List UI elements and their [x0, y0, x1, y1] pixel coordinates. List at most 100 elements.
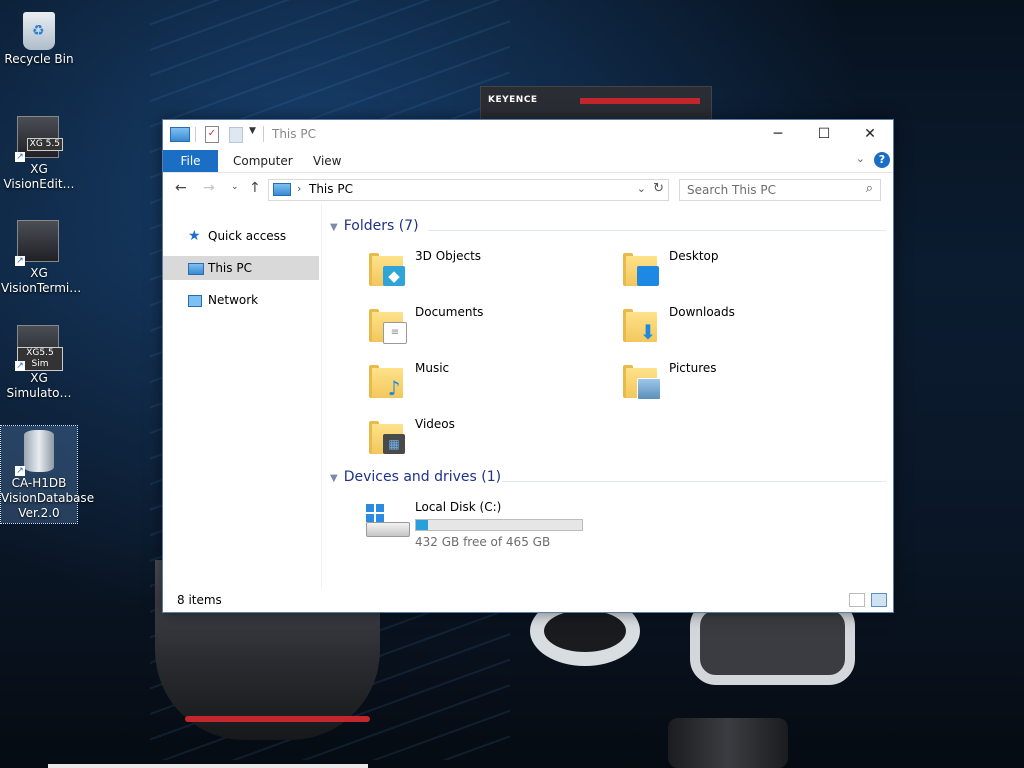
folder-music[interactable]: ♪ Music	[369, 358, 609, 408]
star-icon: ★	[188, 228, 201, 244]
sidebar-item-label: This PC	[208, 261, 252, 275]
download-arrow-icon: ⬇	[623, 306, 657, 342]
shortcut-arrow-icon: ↗	[15, 466, 25, 476]
desktop-icon-xg-simulator[interactable]: XG5.5 Sim ↗ XG Simulato…	[1, 321, 77, 401]
folder-label: Music	[415, 361, 450, 375]
details-view-icon[interactable]	[849, 593, 865, 607]
address-bar[interactable]: › This PC ⌄ ↻	[268, 179, 669, 201]
taskbar-edge	[48, 764, 368, 768]
sidebar-item-label: Quick access	[208, 229, 287, 243]
desktop-icon-xg-visioneditor[interactable]: XG 5.5 ↗ XG VisionEdit…	[1, 112, 77, 192]
desktop-icon-recycle-bin[interactable]: Recycle Bin	[1, 6, 77, 67]
this-pc-icon[interactable]	[170, 127, 190, 142]
tab-computer[interactable]: Computer	[233, 150, 293, 172]
wallpaper-lens	[668, 718, 788, 768]
folder-videos[interactable]: ▦ Videos	[369, 414, 609, 464]
tab-view[interactable]: View	[313, 150, 341, 172]
explorer-body: ★ Quick access This PC Network ▼ Folders …	[163, 204, 893, 588]
drive-label: Local Disk (C:)	[415, 500, 502, 514]
breadcrumb-this-pc[interactable]: This PC	[309, 182, 353, 196]
back-arrow-icon[interactable]: ←	[175, 180, 187, 196]
database-icon: ↗	[15, 430, 61, 476]
address-dropdown-chevron-icon[interactable]: ⌄	[637, 182, 646, 195]
desktop-icon-label: Recycle Bin	[4, 52, 74, 66]
sidebar-item-network[interactable]: Network	[163, 288, 319, 312]
folder-3d-objects[interactable]: ◆ 3D Objects	[369, 246, 609, 296]
up-arrow-icon[interactable]: ↑	[249, 180, 261, 196]
minimize-button[interactable]: ─	[755, 120, 801, 148]
collapse-chevron-icon[interactable]: ▼	[330, 473, 338, 484]
help-icon[interactable]: ?	[874, 152, 890, 168]
desktop-icon-label: XG VisionEdit…	[3, 162, 75, 191]
customize-toolbar-chevron-icon[interactable]: ▼	[249, 126, 256, 142]
search-icon[interactable]: ⌕	[866, 181, 873, 196]
content-pane: ▼ Folders (7) ◆ 3D Objects Desktop ≡ Docu…	[322, 204, 893, 588]
maximize-button[interactable]: ☐	[801, 120, 847, 148]
title-bar[interactable]: ✓ ▼ This PC ─ ☐ ✕	[163, 120, 893, 148]
folder-desktop[interactable]: Desktop	[623, 246, 863, 296]
search-input[interactable]: Search This PC	[687, 183, 776, 197]
new-folder-icon[interactable]	[229, 127, 243, 143]
desktop-icon	[623, 250, 659, 286]
pictures-icon	[623, 362, 661, 400]
ribbon: File Computer View ⌄ ?	[163, 148, 893, 173]
folder-label: Videos	[415, 417, 455, 431]
recent-locations-chevron-icon[interactable]: ⌄	[231, 182, 239, 192]
tab-file[interactable]: File	[163, 150, 218, 172]
properties-icon[interactable]: ✓	[205, 126, 219, 143]
folder-label: Downloads	[669, 305, 735, 319]
documents-icon: ≡	[369, 306, 407, 344]
folder-pictures[interactable]: Pictures	[623, 358, 863, 408]
search-box[interactable]: Search This PC ⌕	[679, 179, 881, 201]
shortcut-arrow-icon: ↗	[15, 361, 25, 371]
version-badge: XG 5.5	[26, 138, 63, 151]
collapse-chevron-icon[interactable]: ▼	[330, 222, 338, 233]
window-title: This PC	[272, 127, 316, 141]
xg-terminal-icon: ↗	[15, 220, 61, 266]
folder-label: Desktop	[669, 249, 719, 263]
drive-local-disk-c[interactable]: Local Disk (C:) 432 GB free of 465 GB	[322, 496, 622, 552]
folder-label: Documents	[415, 305, 484, 319]
folders-group-header[interactable]: ▼ Folders (7)	[330, 218, 419, 234]
desktop-icon-xg-visionterminal[interactable]: ↗ XG VisionTermi…	[1, 216, 82, 296]
shortcut-arrow-icon: ↗	[15, 152, 25, 162]
xg-app-icon: XG 5.5 ↗	[15, 116, 63, 162]
desktop-icon-ca-h1db[interactable]: ↗ CA-H1DB VisionDatabase Ver.2.0	[0, 425, 95, 524]
large-icons-view-icon[interactable]	[871, 593, 887, 607]
recycle-bin-icon	[23, 12, 55, 50]
wallpaper-dome-stripe	[185, 716, 370, 722]
desktop-icon-label: XG Simulato…	[6, 371, 72, 400]
3d-objects-icon: ◆	[369, 250, 405, 286]
item-count: 8 items	[177, 593, 222, 607]
refresh-icon[interactable]: ↻	[653, 181, 664, 196]
navigation-pane: ★ Quick access This PC Network	[163, 204, 322, 588]
folder-label: Pictures	[669, 361, 717, 375]
desktop-icon-label: XG VisionTermi…	[1, 266, 82, 295]
expand-ribbon-chevron-icon[interactable]: ⌄	[856, 152, 865, 165]
wallpaper-stripe	[580, 98, 700, 104]
sidebar-item-this-pc[interactable]: This PC	[163, 256, 319, 280]
folder-downloads[interactable]: ⬇ Downloads	[623, 302, 863, 352]
folder-documents[interactable]: ≡ Documents	[369, 302, 609, 352]
devices-group-header[interactable]: ▼ Devices and drives (1)	[330, 469, 501, 485]
sidebar-item-label: Network	[208, 293, 259, 307]
navigation-bar: ← → ⌄ ↑ › This PC ⌄ ↻ Search This PC ⌕	[163, 173, 893, 205]
sidebar-item-quick-access[interactable]: ★ Quick access	[163, 224, 319, 248]
close-button[interactable]: ✕	[847, 120, 893, 148]
breadcrumb-chevron-icon[interactable]: ›	[297, 182, 301, 195]
drive-usage-bar	[415, 519, 583, 531]
folder-label: 3D Objects	[415, 249, 482, 263]
music-note-icon: ♪	[369, 362, 403, 398]
xg-simulator-icon: XG5.5 Sim ↗	[15, 325, 63, 371]
drive-free-space: 432 GB free of 465 GB	[415, 535, 551, 549]
explorer-window: ✓ ▼ This PC ─ ☐ ✕ File Computer View ⌄ ?…	[162, 119, 894, 613]
shortcut-arrow-icon: ↗	[15, 256, 25, 266]
this-pc-icon	[273, 183, 291, 196]
network-icon	[188, 295, 202, 307]
status-bar: 8 items	[163, 588, 893, 612]
wallpaper-brand: KEYENCE	[488, 95, 538, 105]
pc-icon	[188, 263, 204, 275]
forward-arrow-icon[interactable]: →	[203, 180, 215, 196]
desktop-icon-label: CA-H1DB VisionDatabase Ver.2.0	[1, 476, 95, 520]
hard-drive-icon	[364, 504, 410, 538]
